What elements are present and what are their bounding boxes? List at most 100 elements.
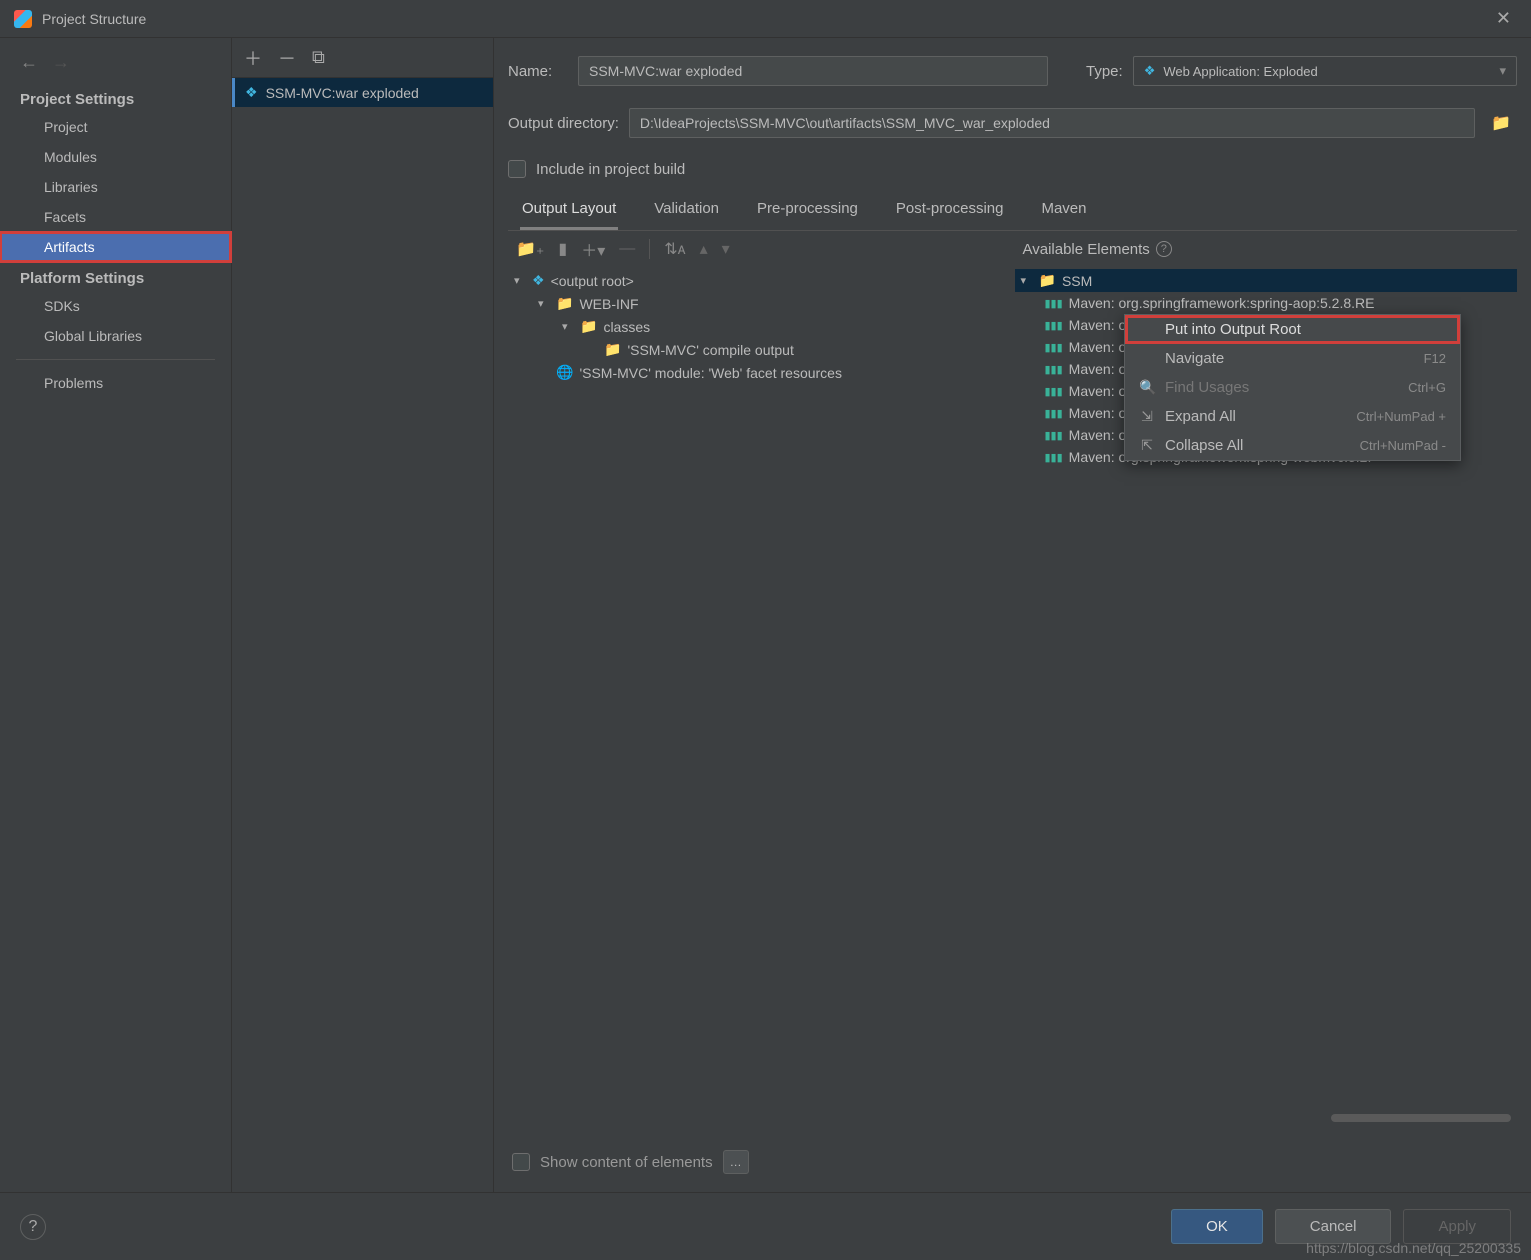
tree-row: ▾ 📁 classes	[508, 315, 1011, 338]
sidebar-heading-platform: Platform Settings	[0, 262, 231, 291]
chevron-down-icon[interactable]: ▾	[514, 274, 526, 287]
module-icon: 📁	[1039, 272, 1056, 289]
context-find-usages: 🔍 Find Usages Ctrl+G	[1125, 373, 1460, 402]
output-layout-tree[interactable]: ▾ ❖ <output root> ▾ 📁 WEB-INF ▾ 📁	[508, 267, 1011, 1132]
add-copy-icon[interactable]: ＋▾	[581, 237, 605, 261]
sidebar-item-problems[interactable]: Problems	[0, 368, 231, 398]
type-value: Web Application: Exploded	[1163, 64, 1317, 79]
library-icon: ▮▮▮	[1045, 319, 1063, 332]
chevron-down-icon[interactable]: ▾	[538, 297, 550, 310]
dialog-footer: ? OK Cancel Apply	[0, 1192, 1531, 1260]
available-elements-label: Available Elements	[1023, 241, 1150, 258]
show-content-label: Show content of elements	[540, 1154, 713, 1171]
watermark: https://blog.csdn.net/qq_25200335	[1306, 1240, 1521, 1256]
webapp-icon: ❖	[1144, 63, 1156, 79]
web-resources-icon: 🌐	[556, 364, 573, 381]
include-label: Include in project build	[536, 161, 685, 178]
sidebar-item-project[interactable]: Project	[0, 112, 231, 142]
ok-button[interactable]: OK	[1171, 1209, 1263, 1244]
artifact-list-panel: ＋ － ⧉ ❖ SSM-MVC:war exploded	[232, 38, 494, 1192]
remove-icon[interactable]: －	[278, 45, 296, 71]
output-directory-input[interactable]	[629, 108, 1475, 138]
collapse-icon: ⇱	[1139, 437, 1155, 454]
library-icon: ▮▮▮	[1045, 385, 1063, 398]
show-content-checkbox[interactable]	[512, 1153, 530, 1171]
dialog-title: Project Structure	[42, 11, 146, 27]
name-input[interactable]	[578, 56, 1048, 86]
help-icon[interactable]: ?	[1156, 241, 1172, 257]
sidebar-item-sdks[interactable]: SDKs	[0, 291, 231, 321]
expand-icon: ⇲	[1139, 408, 1155, 425]
library-icon: ▮▮▮	[1045, 341, 1063, 354]
sidebar-item-artifacts[interactable]: Artifacts	[0, 232, 231, 262]
add-icon[interactable]: ＋	[244, 45, 262, 71]
chevron-down-icon[interactable]: ▾	[1021, 274, 1033, 287]
browse-folder-icon[interactable]: 📁	[1485, 113, 1517, 133]
type-label: Type:	[1086, 63, 1123, 80]
search-icon: 🔍	[1139, 379, 1155, 396]
library-icon: ▮▮▮	[1045, 451, 1063, 464]
folder-icon: 📁	[580, 318, 597, 335]
include-in-build-checkbox[interactable]: Include in project build	[508, 160, 1517, 178]
library-icon: ▮▮▮	[1045, 429, 1063, 442]
type-dropdown[interactable]: ❖ Web Application: Exploded ▾	[1133, 56, 1517, 86]
sort-icon[interactable]: ⇅ᴀ	[664, 239, 685, 259]
move-down-icon[interactable]: ▾	[722, 239, 730, 259]
sidebar: ← → Project Settings Project Modules Lib…	[0, 38, 232, 1192]
titlebar: Project Structure ✕	[0, 0, 1531, 38]
context-expand-all[interactable]: ⇲ Expand All Ctrl+NumPad +	[1125, 402, 1460, 431]
checkbox-icon	[508, 160, 526, 178]
horizontal-scrollbar[interactable]	[1021, 1114, 1512, 1124]
tab-validation[interactable]: Validation	[652, 192, 721, 230]
name-label: Name:	[508, 63, 568, 80]
sidebar-heading-project: Project Settings	[0, 83, 231, 112]
sidebar-item-global-libraries[interactable]: Global Libraries	[0, 321, 231, 351]
tree-row: 📁 'SSM-MVC' compile output	[508, 338, 1011, 361]
main-panel: Name: Type: ❖ Web Application: Exploded …	[494, 38, 1531, 1192]
context-menu: Put into Output Root Navigate F12 🔍 Find…	[1124, 314, 1461, 461]
chevron-down-icon: ▾	[1499, 63, 1506, 79]
output-root-icon: ❖	[532, 272, 545, 289]
forward-icon[interactable]: →	[52, 52, 70, 73]
tree-row: ▾ 📁 WEB-INF	[508, 292, 1011, 315]
apply-button[interactable]: Apply	[1403, 1209, 1511, 1244]
sidebar-item-modules[interactable]: Modules	[0, 142, 231, 172]
tab-postprocessing[interactable]: Post-processing	[894, 192, 1006, 230]
library-icon: ▮▮▮	[1045, 297, 1063, 310]
tab-maven[interactable]: Maven	[1039, 192, 1088, 230]
new-folder-icon[interactable]: 📁₊	[516, 239, 544, 259]
cancel-button[interactable]: Cancel	[1275, 1209, 1392, 1244]
copy-icon[interactable]: ⧉	[312, 47, 325, 68]
help-button[interactable]: ?	[20, 1214, 46, 1240]
close-icon[interactable]: ✕	[1490, 8, 1517, 29]
chevron-down-icon[interactable]: ▾	[562, 320, 574, 333]
sidebar-divider	[16, 359, 215, 360]
project-structure-dialog: Project Structure ✕ ← → Project Settings…	[0, 0, 1531, 1260]
context-collapse-all[interactable]: ⇱ Collapse All Ctrl+NumPad -	[1125, 431, 1460, 460]
back-icon[interactable]: ←	[20, 52, 38, 73]
new-archive-icon[interactable]: ▮	[558, 239, 567, 259]
tab-output-layout[interactable]: Output Layout	[520, 192, 618, 230]
context-put-into-output-root[interactable]: Put into Output Root	[1125, 315, 1460, 344]
tree-row: ▮▮▮Maven: org.springframework:spring-aop…	[1015, 292, 1518, 314]
compile-output-icon: 📁	[604, 341, 621, 358]
remove-item-icon[interactable]: —	[619, 240, 635, 258]
sidebar-item-facets[interactable]: Facets	[0, 202, 231, 232]
tree-row: 🌐 'SSM-MVC' module: 'Web' facet resource…	[508, 361, 1011, 384]
library-icon: ▮▮▮	[1045, 407, 1063, 420]
app-icon	[14, 10, 32, 28]
tree-row: ▾ 📁 SSM	[1015, 269, 1518, 292]
artifact-icon: ❖	[245, 84, 258, 101]
artifact-list-item[interactable]: ❖ SSM-MVC:war exploded	[232, 78, 493, 107]
library-icon: ▮▮▮	[1045, 363, 1063, 376]
outdir-label: Output directory:	[508, 115, 619, 132]
context-navigate[interactable]: Navigate F12	[1125, 344, 1460, 373]
ellipsis-button[interactable]: …	[723, 1150, 749, 1174]
sidebar-item-libraries[interactable]: Libraries	[0, 172, 231, 202]
move-up-icon[interactable]: ▴	[700, 239, 708, 259]
folder-icon: 📁	[556, 295, 573, 312]
tab-preprocessing[interactable]: Pre-processing	[755, 192, 860, 230]
tabs: Output Layout Validation Pre-processing …	[508, 192, 1517, 231]
tree-row: ▾ ❖ <output root>	[508, 269, 1011, 292]
artifact-label: SSM-MVC:war exploded	[266, 85, 419, 101]
